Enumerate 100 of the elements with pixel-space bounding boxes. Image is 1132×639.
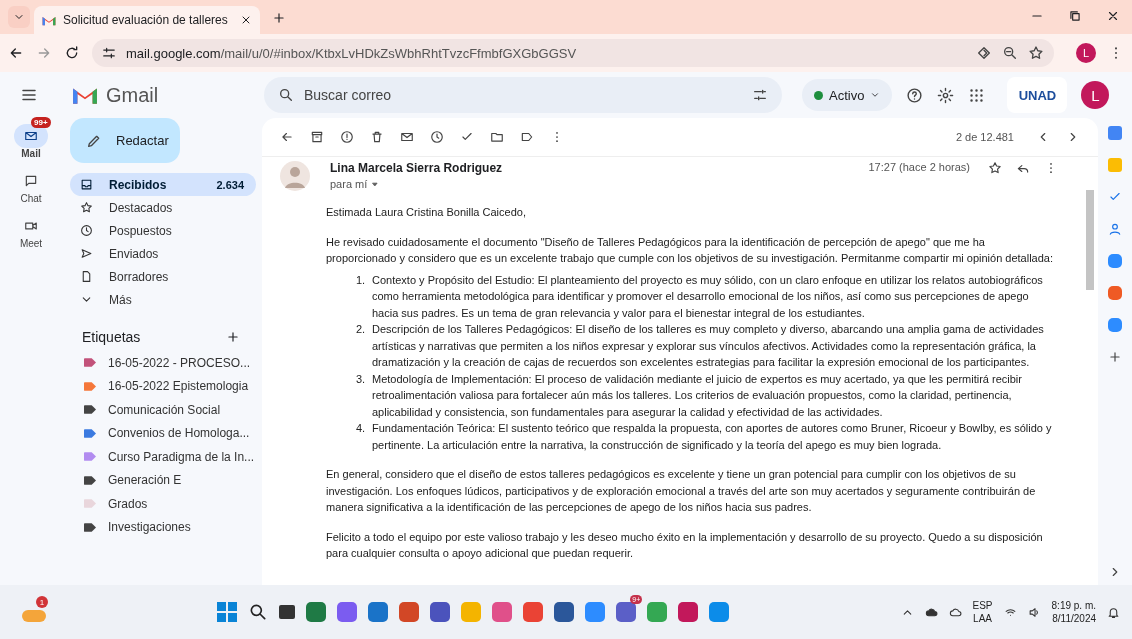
list-number: 1. xyxy=(356,272,367,288)
send-icon xyxy=(80,247,93,260)
clock-icon xyxy=(80,224,93,237)
apps-grid-icon[interactable] xyxy=(968,86,986,104)
app-tile-icon[interactable] xyxy=(709,602,730,622)
compose-button[interactable]: Redactar xyxy=(70,118,180,163)
filter-icon[interactable] xyxy=(752,87,768,103)
label-item[interactable]: 16-05-2022 Epistemologia xyxy=(62,374,262,398)
snooze-icon[interactable] xyxy=(430,130,444,144)
list-item-text: Contexto y Propósito del Estudio: El planteamiento del proyecto es muy sólido, con un claro enfoque en utilizar los relatos autobiográficos como herramienta metodológica para identificar y promover el desarrollo emocional de los niños, así como sus percepciones de apego hacia sus padres. Es un tema de gran relevancia y valor para el bienestar integral de los estudiantes. xyxy=(372,272,1044,321)
body-paragraph: En general, considero que el diseño de estos talleres pedagógicos es excelente y tiene un gran potencial para cumplir con los objetivos de su investigación. Los enfoques lúdicos, participativos y de exploración emocional a través del arte son muy acertados y seguramente contribuirán de manera significativa a la identificación de las percepciones de apego de los niños hacia sus padres. xyxy=(326,467,1037,515)
task-view-icon[interactable] xyxy=(279,605,296,619)
folder-item[interactable]: Pospuestos xyxy=(62,219,256,242)
label-item[interactable]: Grados xyxy=(62,492,262,516)
rail-label: Mail xyxy=(21,148,41,159)
restore-icon[interactable] xyxy=(1068,9,1082,23)
list-number: 2. xyxy=(356,322,367,337)
label-item[interactable]: Investigaciones xyxy=(62,515,262,539)
label-icon[interactable] xyxy=(520,130,534,144)
app-tile-icon[interactable] xyxy=(616,602,637,622)
list-number: 4. xyxy=(356,421,367,436)
folder-item[interactable]: Recibidos 2.634 xyxy=(70,173,256,196)
document-icon xyxy=(80,270,93,283)
person-icon[interactable] xyxy=(1108,222,1122,236)
label-item[interactable]: Convenios de Homologa... xyxy=(62,421,262,445)
app-tile-icon[interactable] xyxy=(492,602,513,622)
folder-item[interactable]: Enviados xyxy=(62,242,256,265)
list-item-text: Fundamentación Teórica: El sustento teórico que respalda la propuesta, con aportes de autores como Bruner, Ricoeur y Bowlby, es sólido y pertinente. La articulación entre la narrativa, la construcción de significado y la teoría del apego es muy bien lograda. xyxy=(372,421,1053,453)
star-icon xyxy=(80,201,93,214)
bookmark-star-icon[interactable] xyxy=(1028,45,1044,61)
search-icon[interactable] xyxy=(248,602,269,622)
profile-avatar[interactable]: L xyxy=(1076,43,1096,63)
tab-list-button[interactable] xyxy=(8,6,30,28)
clock[interactable]: 8:19 p. m. 8/11/2024 xyxy=(1051,599,1096,625)
body-paragraph: Felicito a todo el equipo por este valioso trabajo y les deseo mucho éxito en la implementación y desarrollo de su proyecto. Quedo a su disposición para cualquier consulta o apoyo adicional que puedan requerir. xyxy=(326,529,1044,561)
chat-bubble-icon xyxy=(24,174,38,188)
label-item[interactable]: Curso Paradigma de la In... xyxy=(62,445,262,469)
recipient-dropdown[interactable]: para mí xyxy=(330,178,503,190)
settings-icon[interactable] xyxy=(937,86,955,104)
app-tile-icon[interactable] xyxy=(585,602,606,622)
archive-icon[interactable] xyxy=(310,130,324,144)
rail-button[interactable] xyxy=(14,124,48,148)
notification-badge: 1 xyxy=(36,596,48,608)
app-tile-icon[interactable] xyxy=(306,602,327,622)
url-text: mail.google.com/mail/u/0/#inbox/KtbxLvHDkZsWbhRhtTvzcFfmbfGXGbGGSV xyxy=(126,45,577,61)
bell-icon[interactable] xyxy=(1107,605,1120,619)
app-tile-icon[interactable] xyxy=(461,602,482,622)
scrollbar-thumb[interactable] xyxy=(1086,190,1094,290)
add-label-icon[interactable] xyxy=(226,330,240,344)
account-avatar[interactable]: L xyxy=(1081,81,1110,109)
app-name: Gmail xyxy=(106,83,159,107)
close-window-icon[interactable] xyxy=(1106,9,1120,23)
label-item[interactable]: Generación E xyxy=(62,468,262,492)
speaker-icon[interactable] xyxy=(1027,605,1041,619)
mark-unread-icon[interactable] xyxy=(400,130,414,144)
unread-badge: 99+ xyxy=(31,117,51,128)
reload-icon[interactable] xyxy=(64,45,80,61)
app-tile-icon[interactable] xyxy=(430,602,451,622)
app-tile-icon[interactable] xyxy=(678,602,699,622)
app-tile-icon[interactable] xyxy=(399,602,420,622)
zoom-icon[interactable] xyxy=(1002,45,1018,61)
app-tile-icon[interactable] xyxy=(647,602,668,622)
add-icon[interactable] xyxy=(1108,350,1122,364)
folder-item[interactable]: Más xyxy=(62,288,256,311)
back-icon[interactable] xyxy=(280,130,294,144)
app-tile-icon[interactable] xyxy=(337,602,358,622)
address-bar[interactable]: mail.google.com/mail/u/0/#inbox/KtbxLvHDkZsWbhRhtTvzcFfmbfGXGbGGSV xyxy=(92,39,1054,67)
sender-avatar xyxy=(280,161,310,191)
windows-start-icon[interactable] xyxy=(217,602,238,622)
label-item[interactable]: 16-05-2022 - PROCESO... xyxy=(62,351,262,375)
new-tab-icon[interactable] xyxy=(272,11,286,25)
language-indicator[interactable]: ESP LAA xyxy=(972,599,993,625)
greeting-text: Estimada Laura Cristina Bonilla Caicedo, xyxy=(326,205,527,220)
rail-label: Meet xyxy=(19,238,43,249)
diamond-icon[interactable] xyxy=(976,45,992,61)
back-icon[interactable] xyxy=(8,45,24,61)
list-item-text: Metodología de Implementación: El proceso de validación mediante el juicio de expertos es muy acertado, ya que les permitirá recibir retroalimentación valiosa para fortalecer aún más los talleres. Los criterios de evaluación propuestos, como la claridad, pertinencia, aplicabilidad y consistencia, son fundamentales para asegurar la calidad y efectividad de las actividades. xyxy=(372,371,1023,420)
browser-tab[interactable]: Solicitud evaluación de talleres xyxy=(34,6,260,34)
move-icon[interactable] xyxy=(490,130,504,144)
app-tile-icon[interactable] xyxy=(523,602,544,622)
search-field[interactable]: Buscar correo xyxy=(302,86,506,104)
app-tile-icon[interactable] xyxy=(554,602,575,622)
search-bar[interactable]: Buscar correo xyxy=(264,77,782,113)
body-paragraph: He revisado cuidadosamente el documento "Diseño de Talleres Pedagógicos para la identificación de percepción de apego" que me ha proporcionado y considero que es un excelente trabajo que cumple con los objetivos de su investigación. Permitanme compartir mi opinión detallada: xyxy=(326,234,1055,266)
report-icon[interactable] xyxy=(340,130,354,144)
app-tile-icon[interactable] xyxy=(368,602,389,622)
organization-logo: UNAD xyxy=(1007,77,1068,113)
help-icon[interactable] xyxy=(906,86,924,104)
delete-icon[interactable] xyxy=(370,130,384,144)
star-icon[interactable] xyxy=(988,161,1002,175)
message-time: 17:27 (hace 2 horas) xyxy=(868,161,970,173)
sender-name: Lina Marcela Sierra Rodriguez xyxy=(330,161,503,175)
status-button[interactable]: Activo xyxy=(802,79,893,111)
list-number: 3. xyxy=(356,371,367,387)
inbox-icon xyxy=(80,178,93,191)
folder-item[interactable]: Destacados xyxy=(62,196,256,219)
label-item[interactable]: Comunicación Social xyxy=(62,398,262,422)
close-icon[interactable] xyxy=(240,14,252,26)
folder-item[interactable]: Borradores xyxy=(62,265,256,288)
site-settings-icon[interactable] xyxy=(102,46,116,60)
